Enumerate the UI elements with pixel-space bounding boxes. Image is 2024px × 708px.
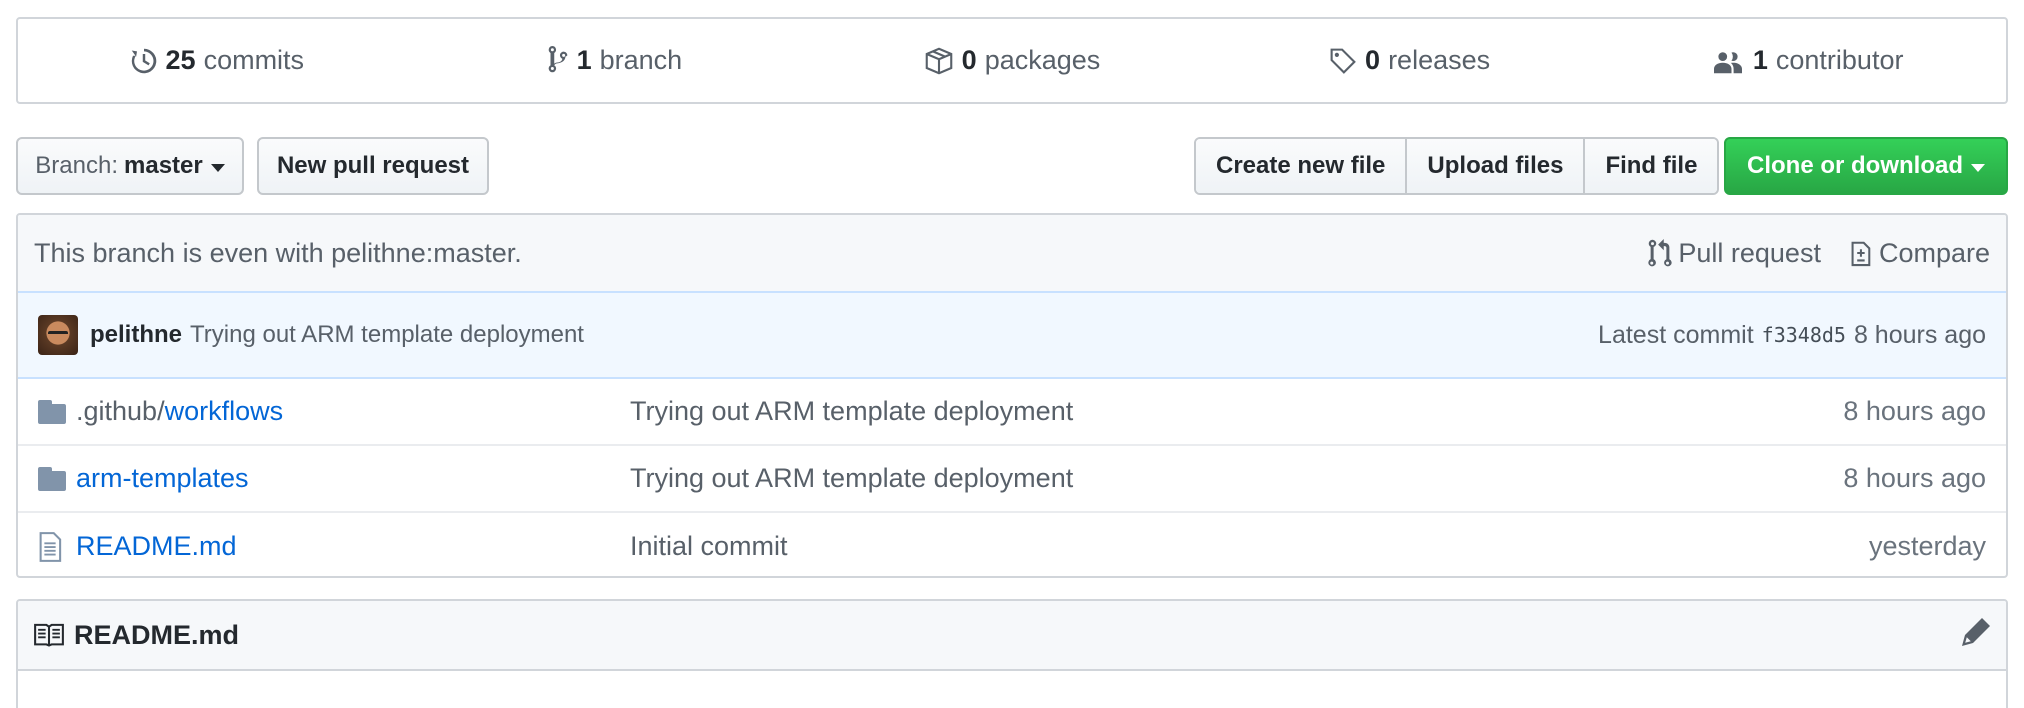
edit-readme-button[interactable] <box>1962 617 1990 653</box>
commits-link[interactable]: 25 commits <box>18 45 416 76</box>
file-age: 8 hours ago <box>1843 396 1986 426</box>
file-name-link[interactable]: workflows <box>165 396 284 427</box>
branch-prefix: Branch: <box>35 152 118 179</box>
releases-link[interactable]: 0 releases <box>1211 45 1609 76</box>
file-age: 8 hours ago <box>1843 463 1986 493</box>
find-file-button[interactable]: Find file <box>1585 139 1718 193</box>
file-age: yesterday <box>1868 531 1986 561</box>
commit-message[interactable]: Trying out ARM template deployment <box>190 321 584 349</box>
branches-label: branch <box>599 45 683 75</box>
file-actions-group: Create new file Upload files Find file <box>1194 137 1720 195</box>
table-row[interactable]: arm-templates Trying out ARM template de… <box>18 446 2006 513</box>
commit-age: 8 hours ago <box>1853 320 1986 349</box>
tag-icon <box>1330 48 1356 74</box>
branches-count: 1 <box>576 45 592 75</box>
people-icon <box>1713 51 1742 73</box>
pencil-icon <box>1962 617 1990 646</box>
commit-sha[interactable]: f3348d5 <box>1762 323 1846 347</box>
file-commit-message[interactable]: Trying out ARM template deployment <box>630 396 1843 427</box>
packages-count: 0 <box>961 45 977 75</box>
branch-select-button[interactable]: Branch: master <box>16 137 244 195</box>
releases-label: releases <box>1388 45 1491 75</box>
branch-info-bar: This branch is even with pelithne:master… <box>18 215 2006 293</box>
pull-request-label: Pull request <box>1678 237 1821 268</box>
book-icon <box>34 623 64 647</box>
folder-icon <box>38 399 68 424</box>
file-navigation: This branch is even with pelithne:master… <box>16 213 2008 578</box>
compare-link[interactable]: Compare <box>1847 238 1990 269</box>
chevron-down-icon <box>1971 164 1985 172</box>
repo-summary-bar: 25 commits 1 branch 0 packages 0 release… <box>16 17 2008 104</box>
table-row[interactable]: README.md Initial commit yesterday <box>18 513 2006 576</box>
file-path-prefix: .github/ <box>76 396 165 426</box>
contributors-link[interactable]: 1 contributor <box>1608 45 2006 76</box>
branch-status-text: This branch is even with pelithne:master… <box>34 237 522 268</box>
chevron-down-icon <box>210 164 225 172</box>
diff-icon <box>1851 241 1871 267</box>
clone-or-download-label: Clone or download <box>1747 152 1963 179</box>
packages-label: packages <box>984 45 1101 75</box>
readme-title: README.md <box>74 619 240 650</box>
file-icon <box>38 531 68 562</box>
readme-panel: README.md <box>16 599 2008 708</box>
packages-link[interactable]: 0 packages <box>813 45 1211 76</box>
upload-files-button[interactable]: Upload files <box>1407 139 1586 193</box>
contributors-label: contributor <box>1775 45 1904 75</box>
releases-count: 0 <box>1365 45 1381 75</box>
file-commit-message[interactable]: Trying out ARM template deployment <box>630 463 1843 494</box>
readme-header: README.md <box>18 601 2006 671</box>
file-commit-message[interactable]: Initial commit <box>630 531 1869 562</box>
history-icon <box>131 48 156 73</box>
branch-name: master <box>124 152 203 179</box>
git-pull-request-icon <box>1648 238 1672 267</box>
file-name-link[interactable]: arm-templates <box>76 463 249 494</box>
commit-author[interactable]: pelithne <box>90 321 182 349</box>
file-name-link[interactable]: README.md <box>76 531 237 562</box>
commits-count: 25 <box>165 45 196 75</box>
commits-label: commits <box>203 45 305 75</box>
avatar[interactable] <box>38 315 78 355</box>
latest-commit-label: Latest commit <box>1598 320 1754 349</box>
create-new-file-button[interactable]: Create new file <box>1196 139 1408 193</box>
contributors-count: 1 <box>1752 45 1768 75</box>
branches-link[interactable]: 1 branch <box>416 45 814 76</box>
git-branch-icon <box>548 45 567 72</box>
latest-commit-bar: pelithne Trying out ARM template deploym… <box>18 293 2006 379</box>
pull-request-link[interactable]: Pull request <box>1648 238 1821 269</box>
new-pull-request-button[interactable]: New pull request <box>257 137 489 195</box>
package-icon <box>925 47 952 74</box>
compare-label: Compare <box>1878 237 1990 268</box>
clone-or-download-button[interactable]: Clone or download <box>1724 137 2008 195</box>
table-row[interactable]: .github/ workflows Trying out ARM templa… <box>18 379 2006 446</box>
folder-icon <box>38 466 68 491</box>
